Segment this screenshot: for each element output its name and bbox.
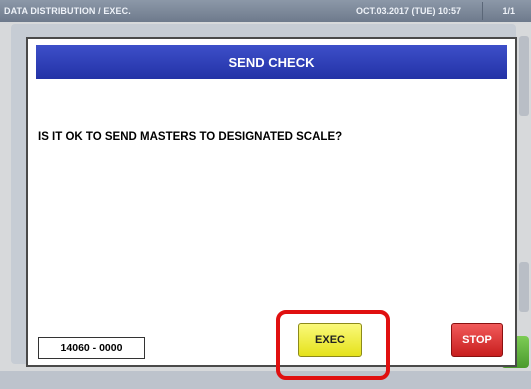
date-time: OCT.03.2017 (TUE) 10:57: [355, 6, 461, 16]
status-divider: [482, 2, 483, 20]
confirmation-message: IS IT OK TO SEND MASTERS TO DESIGNATED S…: [38, 131, 343, 143]
exec-button-label: EXEC: [315, 334, 345, 346]
dialog-title: SEND CHECK: [36, 45, 507, 79]
device-frame: DATA DISTRIBUTION / EXEC. OCT.03.2017 (T…: [0, 0, 531, 389]
scale-code-field: 14060 - 0000: [38, 337, 145, 359]
exec-button[interactable]: EXEC: [298, 323, 362, 357]
stop-button[interactable]: STOP: [451, 323, 503, 357]
side-tab-middle[interactable]: [519, 262, 529, 312]
page-indicator: 1/1: [502, 6, 515, 16]
side-tab-top[interactable]: [519, 36, 529, 116]
breadcrumb: DATA DISTRIBUTION / EXEC.: [4, 6, 131, 16]
status-bar: DATA DISTRIBUTION / EXEC. OCT.03.2017 (T…: [0, 0, 531, 22]
bottom-strip: [0, 371, 531, 389]
dialog-title-text: SEND CHECK: [228, 54, 315, 70]
stop-button-label: STOP: [462, 334, 492, 346]
send-check-dialog: SEND CHECK IS IT OK TO SEND MASTERS TO D…: [26, 37, 517, 367]
